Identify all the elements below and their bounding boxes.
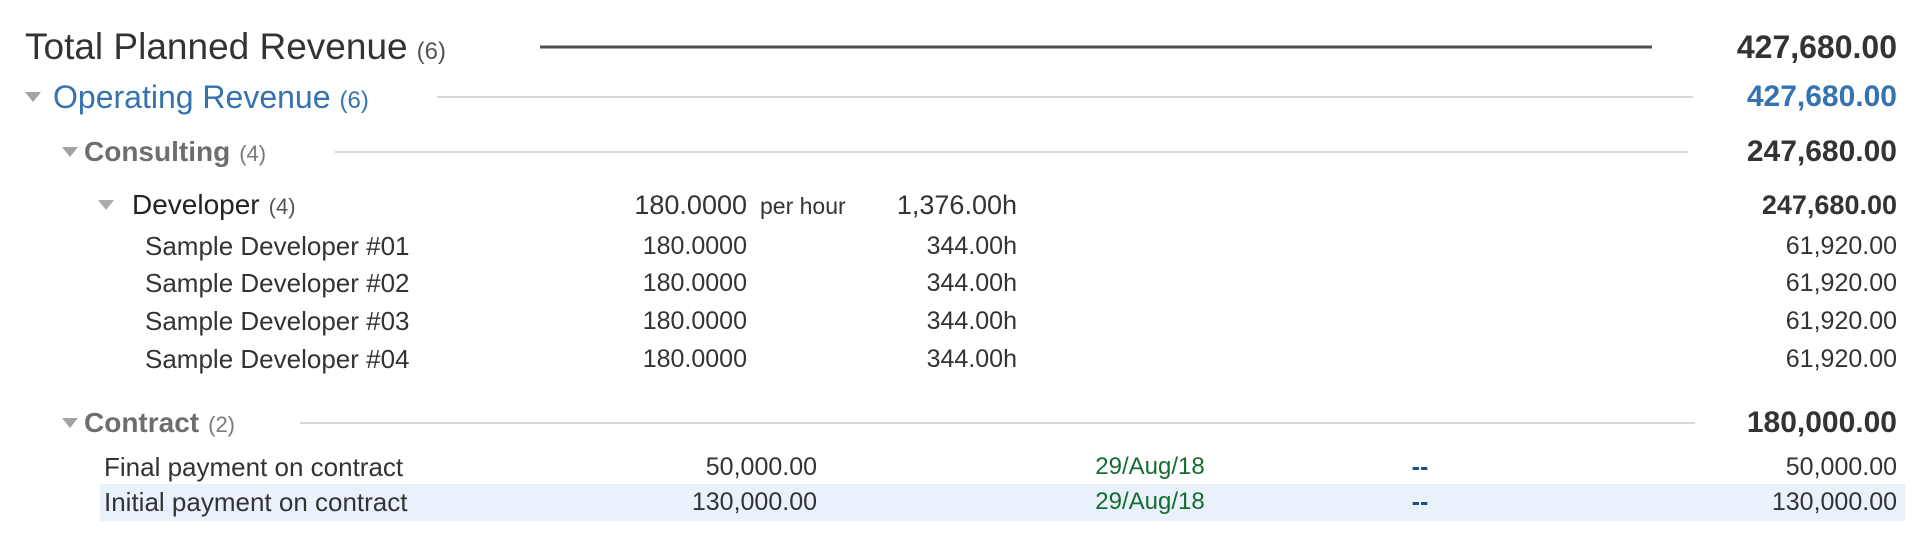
account-count: (2) [208,412,235,437]
date-value[interactable]: 29/Aug/18 [1060,484,1240,520]
section-rule [437,96,1693,98]
operating-revenue-label[interactable]: Operating Revenue (6) [53,74,369,124]
row-total: 61,920.00 [1786,265,1897,301]
report-title: Total Planned Revenue (6) [25,22,446,77]
initial-payment-row[interactable]: Initial payment on contract 130,000.00 2… [0,484,1932,521]
row-total: 180,000.00 [1747,401,1897,445]
rate-value[interactable]: 180.0000 [643,303,747,339]
rate-value[interactable]: 180.0000 [643,341,747,377]
row-total: 427,680.00 [1747,74,1897,120]
planned-revenue-report: Total Planned Revenue (6) 427,680.00 Oper… [0,0,1932,558]
consulting-row[interactable]: Consulting (4) 247,680.00 [0,130,1932,174]
position-count: (4) [269,194,296,219]
collapse-icon[interactable] [62,147,78,157]
row-total: 61,920.00 [1786,303,1897,339]
contract-row[interactable]: Contract (2) 180,000.00 [0,401,1932,445]
empty-value-dashes[interactable]: -- [1380,484,1460,520]
row-total: 61,920.00 [1786,341,1897,377]
rate-unit-label: per hour [760,183,846,229]
member-name: Sample Developer #02 [145,265,410,301]
row-total: 247,680.00 [1762,183,1897,227]
report-title-text: Total Planned Revenue [25,26,408,67]
contract-label[interactable]: Contract (2) [84,401,235,447]
rate-value[interactable]: 180.0000 [643,228,747,264]
row-total: 61,920.00 [1786,228,1897,264]
member-name: Sample Developer #01 [145,228,410,264]
developer-label[interactable]: Developer (4) [132,183,296,229]
sample-developer-row[interactable]: Sample Developer #04 180.0000 344.00h 61… [0,341,1932,377]
position-name: Developer [132,189,260,220]
final-payment-row[interactable]: Final payment on contract 50,000.00 29/A… [0,449,1932,485]
report-title-count: (6) [417,38,446,65]
account-name: Consulting [84,136,230,167]
hours-value[interactable]: 344.00h [927,265,1017,301]
member-name: Sample Developer #03 [145,303,410,339]
sample-developer-row[interactable]: Sample Developer #01 180.0000 344.00h 61… [0,228,1932,264]
row-total: 247,680.00 [1747,130,1897,174]
collapse-icon[interactable] [62,418,78,428]
developer-group-row[interactable]: Developer (4) 180.0000 per hour 1,376.00h… [0,183,1932,227]
account-count: (4) [239,141,266,166]
row-total: 50,000.00 [1786,449,1897,485]
hours-value[interactable]: 1,376.00h [897,183,1017,227]
amount-value[interactable]: 50,000.00 [706,449,817,485]
row-total: 130,000.00 [1772,484,1897,520]
consulting-label[interactable]: Consulting (4) [84,130,266,176]
sample-developer-row[interactable]: Sample Developer #03 180.0000 344.00h 61… [0,303,1932,339]
rate-value[interactable]: 180.0000 [634,183,747,227]
hours-value[interactable]: 344.00h [927,303,1017,339]
total-planned-revenue-row: Total Planned Revenue (6) 427,680.00 [0,22,1932,72]
hours-value[interactable]: 344.00h [927,228,1017,264]
payment-name: Initial payment on contract [104,484,408,521]
rate-value[interactable]: 180.0000 [643,265,747,301]
member-name: Sample Developer #04 [145,341,410,377]
payment-name: Final payment on contract [104,449,403,485]
account-name: Contract [84,407,199,438]
title-rule [540,46,1652,49]
date-value[interactable]: 29/Aug/18 [1060,449,1240,485]
grand-total-value: 427,680.00 [1737,22,1897,72]
hours-value[interactable]: 344.00h [927,341,1017,377]
account-group-name: Operating Revenue [53,79,331,115]
sample-developer-row[interactable]: Sample Developer #02 180.0000 344.00h 61… [0,265,1932,301]
operating-revenue-row[interactable]: Operating Revenue (6) 427,680.00 [0,74,1932,120]
section-rule [335,151,1688,153]
section-rule [300,422,1695,424]
collapse-icon[interactable] [25,92,41,102]
amount-value[interactable]: 130,000.00 [692,484,817,520]
account-group-count: (6) [340,87,369,114]
collapse-icon[interactable] [98,200,114,210]
empty-value-dashes[interactable]: -- [1380,449,1460,485]
